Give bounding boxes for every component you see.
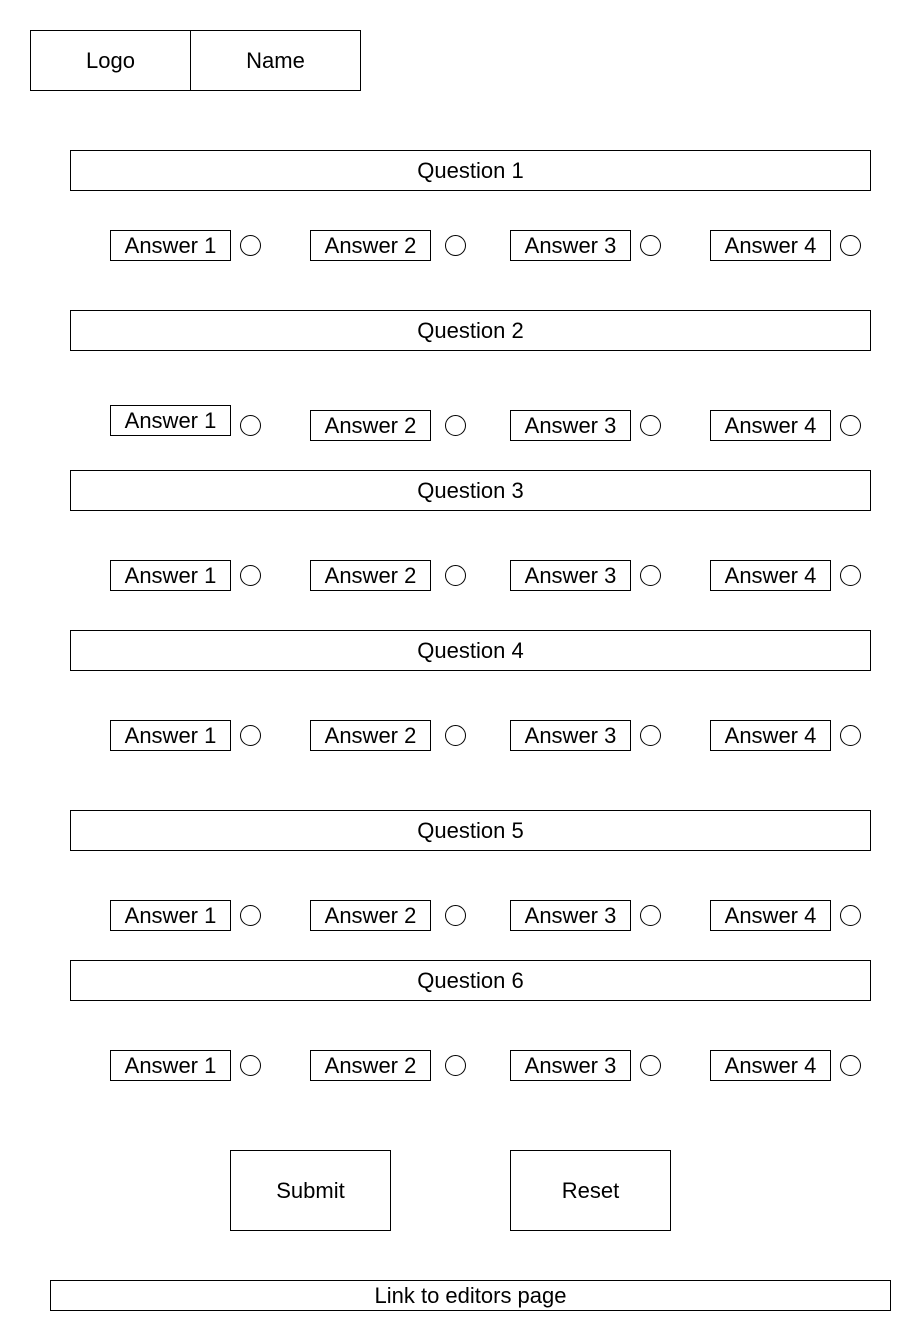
question-4-label: Question 4 [70,630,871,671]
question-6-answer-3-label: Answer 3 [510,1050,631,1081]
logo: Logo [30,30,191,91]
question-6-answer-1-radio[interactable] [240,1055,261,1076]
question-4-answer-3-radio[interactable] [640,725,661,746]
question-1-answer-4-radio[interactable] [840,235,861,256]
question-2-label: Question 2 [70,310,871,351]
site-name: Name [190,30,361,91]
question-6-answer-2-radio[interactable] [445,1055,466,1076]
question-2-answer-4-label: Answer 4 [710,410,831,441]
question-2-answer-2-label: Answer 2 [310,410,431,441]
question-6-answer-2-label: Answer 2 [310,1050,431,1081]
question-2-answer-3-label: Answer 3 [510,410,631,441]
question-5-answer-4-radio[interactable] [840,905,861,926]
question-1-answer-3-label: Answer 3 [510,230,631,261]
question-2-answer-1-label: Answer 1 [110,405,231,436]
question-4-answer-1-label: Answer 1 [110,720,231,751]
question-5-answer-4-label: Answer 4 [710,900,831,931]
question-3-answer-2-label: Answer 2 [310,560,431,591]
question-6-label: Question 6 [70,960,871,1001]
question-3-answer-4-label: Answer 4 [710,560,831,591]
question-1-answer-4-label: Answer 4 [710,230,831,261]
question-3-answer-3-label: Answer 3 [510,560,631,591]
question-2-answer-4-radio[interactable] [840,415,861,436]
question-1-answer-3-radio[interactable] [640,235,661,256]
question-3-answer-1-radio[interactable] [240,565,261,586]
question-1-label: Question 1 [70,150,871,191]
question-2-answer-2-radio[interactable] [445,415,466,436]
question-6-answer-4-radio[interactable] [840,1055,861,1076]
question-3-answer-4-radio[interactable] [840,565,861,586]
question-6-answer-3-radio[interactable] [640,1055,661,1076]
question-4-answer-2-label: Answer 2 [310,720,431,751]
question-5-answer-3-label: Answer 3 [510,900,631,931]
submit-button[interactable]: Submit [230,1150,391,1231]
question-3-label: Question 3 [70,470,871,511]
question-5-label: Question 5 [70,810,871,851]
question-2-answer-1-radio[interactable] [240,415,261,436]
question-5-answer-2-label: Answer 2 [310,900,431,931]
question-3-answer-3-radio[interactable] [640,565,661,586]
question-5-answer-1-label: Answer 1 [110,900,231,931]
question-1-answer-1-label: Answer 1 [110,230,231,261]
question-4-answer-4-label: Answer 4 [710,720,831,751]
question-1-answer-2-label: Answer 2 [310,230,431,261]
question-4-answer-4-radio[interactable] [840,725,861,746]
question-6-answer-1-label: Answer 1 [110,1050,231,1081]
reset-button[interactable]: Reset [510,1150,671,1231]
question-5-answer-1-radio[interactable] [240,905,261,926]
question-4-answer-3-label: Answer 3 [510,720,631,751]
question-3-answer-1-label: Answer 1 [110,560,231,591]
question-5-answer-2-radio[interactable] [445,905,466,926]
question-2-answer-3-radio[interactable] [640,415,661,436]
question-6-answer-4-label: Answer 4 [710,1050,831,1081]
question-4-answer-1-radio[interactable] [240,725,261,746]
question-5-answer-3-radio[interactable] [640,905,661,926]
question-1-answer-2-radio[interactable] [445,235,466,256]
question-1-answer-1-radio[interactable] [240,235,261,256]
question-4-answer-2-radio[interactable] [445,725,466,746]
question-3-answer-2-radio[interactable] [445,565,466,586]
editors-page-link[interactable]: Link to editors page [50,1280,891,1311]
